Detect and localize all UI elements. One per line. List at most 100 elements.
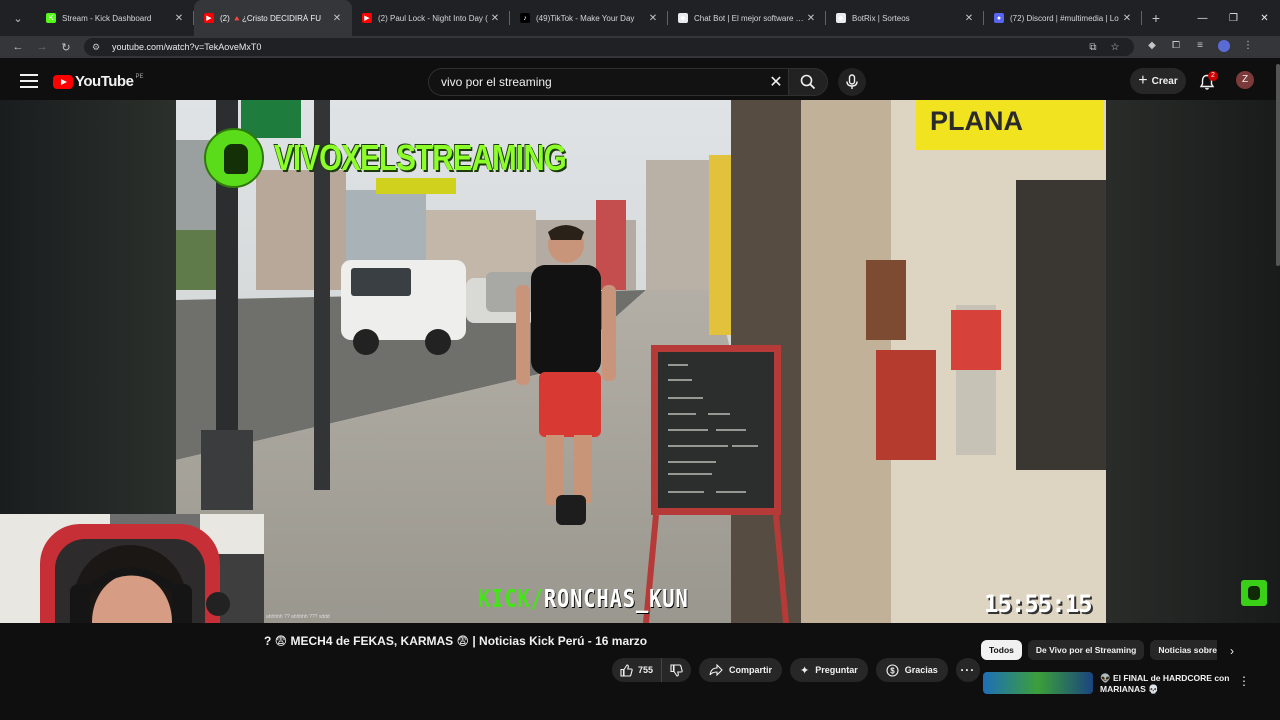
- extensions-area: ◆ ⧠ ≡ ⋮: [1140, 39, 1260, 55]
- account-avatar[interactable]: Z: [1236, 71, 1254, 89]
- close-tab-icon[interactable]: ✕: [330, 13, 344, 24]
- like-button[interactable]: 755: [612, 658, 663, 682]
- browser-tab[interactable]: ● (72) Discord | #multimedia | Lo ✕: [984, 0, 1142, 36]
- close-tab-icon[interactable]: ✕: [488, 13, 502, 24]
- voice-search-button[interactable]: [838, 68, 866, 96]
- video-title: ? 😨 MECH4 de FEKAS, KARMAS 😨 | Noticias …: [264, 634, 648, 648]
- page-scrollbar[interactable]: [1276, 64, 1280, 266]
- thumbs-down-icon: [670, 663, 683, 677]
- notification-badge: 2: [1208, 71, 1218, 81]
- search-button[interactable]: [788, 68, 828, 96]
- forward-arrow-icon[interactable]: →: [30, 36, 54, 58]
- youtube-icon: ▶: [362, 13, 372, 23]
- kick-icon: K: [46, 13, 56, 23]
- browser-tab[interactable]: ◆ BotRix | Sorteos ✕: [826, 0, 984, 36]
- svg-text:$: $: [890, 666, 895, 675]
- browser-tab[interactable]: ♪ (49)TikTok - Make Your Day ✕: [510, 0, 668, 36]
- filter-chip[interactable]: Todos: [981, 640, 1022, 660]
- plus-icon: +: [1138, 72, 1148, 89]
- botrix-icon: ◆: [836, 13, 846, 23]
- close-tab-icon[interactable]: ✕: [1120, 13, 1134, 24]
- share-label: Compartir: [729, 665, 773, 675]
- browser-tab[interactable]: ▶ (2) Paul Lock - Night Into Day (✕: [352, 0, 510, 36]
- filter-chip[interactable]: Noticias sobre: [1150, 640, 1217, 660]
- thanks-heart-icon: $: [886, 663, 899, 677]
- new-tab-plus-icon[interactable]: +: [1142, 0, 1170, 36]
- site-info-icon[interactable]: ⚙: [92, 42, 106, 53]
- share-button[interactable]: Compartir: [699, 658, 783, 682]
- overlay-channel-title: VIVOXELSTREAMING: [274, 137, 567, 178]
- create-label: Crear: [1151, 75, 1178, 87]
- minimize-icon[interactable]: —: [1187, 0, 1218, 36]
- microphone-icon: [846, 74, 858, 89]
- recommended-more-icon[interactable]: ⋮: [1238, 674, 1250, 688]
- video-actions: 755 Compartir ✦ Preguntar $ Gracias ···: [612, 658, 980, 682]
- chatbot-icon: ◆: [678, 13, 688, 23]
- thanks-label: Gracias: [904, 665, 938, 675]
- youtube-icon: ▶: [204, 13, 214, 23]
- extension-diamond-icon[interactable]: ◆: [1140, 40, 1164, 55]
- recommended-video-thumbnail[interactable]: [983, 672, 1093, 694]
- close-tab-icon[interactable]: ✕: [646, 13, 660, 24]
- ask-button[interactable]: ✦ Preguntar: [790, 658, 868, 682]
- browser-tab-title: (72) Discord | #multimedia | Lo: [1010, 13, 1119, 23]
- sparkle-icon: ✦: [800, 664, 810, 677]
- search-icon: [800, 74, 816, 90]
- recommended-video-title[interactable]: 👽 El FINAL de HARDCORE con MARIANAS 💀: [1100, 673, 1234, 695]
- vivoxel-logo: [204, 128, 264, 188]
- media-control-icon[interactable]: ≡: [1188, 40, 1212, 55]
- back-arrow-icon[interactable]: ←: [6, 36, 30, 58]
- browser-tab-title: (2) 🔺¿Cristo DECIDIRÁ FU: [220, 13, 322, 23]
- more-actions-icon[interactable]: ···: [955, 658, 980, 682]
- overlay-clock: 15:55:15: [984, 590, 1093, 618]
- share-arrow-icon: [709, 664, 723, 676]
- restore-icon[interactable]: ❐: [1218, 0, 1249, 36]
- browser-tab-title: Stream - Kick Dashboard: [62, 13, 152, 23]
- cast-icon[interactable]: ⧉: [1082, 42, 1104, 53]
- bookmark-star-icon[interactable]: ☆: [1104, 42, 1126, 53]
- address-url[interactable]: youtube.com/watch?v=TekAoveMxT0: [112, 42, 1082, 52]
- close-tab-icon[interactable]: ✕: [804, 13, 818, 24]
- overlay-kick-channel: RONCHAS_KUN: [543, 584, 689, 613]
- reload-icon[interactable]: ↻: [54, 36, 78, 58]
- extensions-puzzle-icon[interactable]: ⧠: [1164, 40, 1188, 55]
- create-button[interactable]: + Crear: [1130, 68, 1186, 94]
- chevron-right-icon[interactable]: ›: [1224, 644, 1240, 660]
- storefront-sign-text: PLANA: [930, 106, 1023, 136]
- browser-toolbar: ← → ↻ ⚙ youtube.com/watch?v=TekAoveMxT0 …: [0, 36, 1280, 58]
- like-dislike-group: 755: [612, 658, 692, 682]
- corner-brand-icon: [1241, 580, 1267, 606]
- tab-search-chevron-icon[interactable]: ⌄: [0, 0, 36, 36]
- ask-label: Preguntar: [815, 665, 858, 675]
- webcam-chat-caption: ahhhhh ?? ahhhhh ??? xddd: [266, 614, 330, 620]
- profile-icon[interactable]: [1212, 39, 1236, 55]
- close-window-icon[interactable]: ✕: [1249, 0, 1280, 36]
- overlay-kick-handle: KICK/RONCHAS_KUN: [478, 584, 689, 613]
- youtube-wordmark: YouTube: [75, 73, 134, 90]
- dislike-button[interactable]: [662, 658, 691, 682]
- tab-separator: [1141, 11, 1142, 25]
- browser-tab-title: (2) Paul Lock - Night Into Day (: [378, 13, 488, 23]
- close-tab-icon[interactable]: ✕: [172, 13, 186, 24]
- window-controls: — ❐ ✕: [1187, 0, 1280, 36]
- discord-icon: ●: [994, 13, 1004, 23]
- menu-hamburger-icon[interactable]: [20, 74, 38, 88]
- recommendation-chips: Todos De Vivo por el Streaming Noticias so…: [981, 640, 1217, 660]
- browser-tab[interactable]: ▶ (2) 🔺¿Cristo DECIDIRÁ FU ✕: [194, 0, 352, 36]
- thanks-button[interactable]: $ Gracias: [875, 658, 948, 682]
- browser-menu-icon[interactable]: ⋮: [1236, 40, 1260, 55]
- thumbs-up-icon: [620, 663, 633, 677]
- overlay-kick-prefix: KICK/: [478, 584, 544, 613]
- like-count: 755: [638, 665, 654, 675]
- browser-tab-title: BotRix | Sorteos: [852, 13, 910, 23]
- browser-tab[interactable]: ◆ Chat Bot | El mejor software pa ✕: [668, 0, 826, 36]
- browser-tab-strip: ⌄ K Stream - Kick Dashboard ✕ ▶ (2) 🔺¿Cristo…: [0, 0, 1280, 36]
- filter-chip[interactable]: De Vivo por el Streaming: [1027, 640, 1145, 660]
- browser-tab[interactable]: K Stream - Kick Dashboard ✕: [36, 0, 194, 36]
- search-input[interactable]: vivo por el streaming ✕: [428, 68, 790, 96]
- address-bar[interactable]: ⚙ youtube.com/watch?v=TekAoveMxT0 ⧉ ☆: [84, 38, 1134, 56]
- close-tab-icon[interactable]: ✕: [962, 13, 976, 24]
- youtube-logo[interactable]: YouTube PE: [53, 73, 143, 90]
- search-query[interactable]: vivo por el streaming: [441, 75, 762, 89]
- clear-search-icon[interactable]: ✕: [762, 72, 790, 92]
